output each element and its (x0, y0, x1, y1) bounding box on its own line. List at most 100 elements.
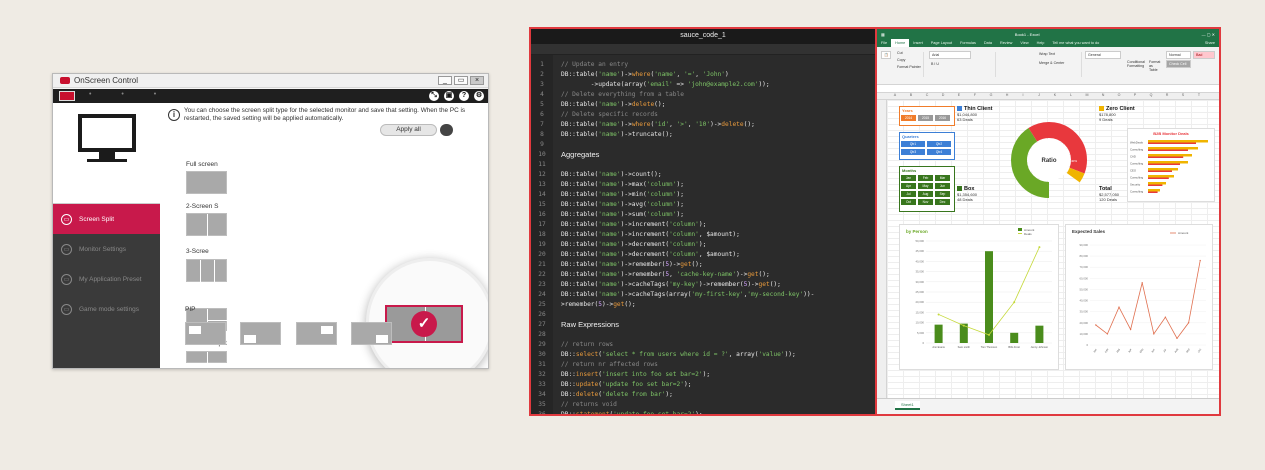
code-line[interactable]: 15 DB::table('name')->avg('column'); (531, 200, 875, 210)
code-line[interactable]: 26 (531, 310, 875, 320)
code-line[interactable]: 16 DB::table('name')->sum('column'); (531, 210, 875, 220)
format-painter-button[interactable]: Format Painter (895, 64, 923, 70)
code-line[interactable]: 31 // return nr affected rows (531, 360, 875, 370)
layout-pip-4[interactable] (351, 322, 392, 345)
font-style-buttons[interactable]: B I U (929, 61, 941, 67)
column-header[interactable]: J (1031, 93, 1047, 99)
slicer-item[interactable]: Qtr2 (927, 141, 951, 147)
slicer-item[interactable]: 2016 (935, 115, 950, 121)
nav-game-mode-settings[interactable]: ▭ Game mode settings (53, 294, 160, 324)
slicer-item[interactable]: Oct (901, 199, 916, 205)
formula-bar[interactable] (877, 85, 1219, 93)
slicer-item[interactable]: Qtr4 (927, 149, 951, 155)
tab-view[interactable]: View (1016, 41, 1032, 45)
code-line[interactable]: 6 // Delete specific records (531, 110, 875, 120)
column-header[interactable]: E (951, 93, 967, 99)
column-header[interactable]: L (1063, 93, 1079, 99)
column-header[interactable]: T (1191, 93, 1207, 99)
style-check-cell[interactable]: Check Cell (1166, 60, 1191, 68)
layout-pip-3[interactable] (296, 322, 337, 345)
slicer-item[interactable]: Apr (901, 183, 916, 189)
code-line[interactable]: 35 // returns void (531, 400, 875, 410)
code-line[interactable]: 20 DB::table('name')->decrement('column',… (531, 250, 875, 260)
tab-home[interactable]: Home (891, 39, 910, 47)
column-header[interactable]: A (887, 93, 903, 99)
slicer-item[interactable]: Jun (935, 183, 950, 189)
style-bad[interactable]: Bad (1193, 51, 1215, 59)
column-header[interactable]: Q (1143, 93, 1159, 99)
close-button[interactable]: × (470, 76, 484, 85)
paste-button[interactable]: 📋 (881, 51, 892, 59)
column-header[interactable]: R (1159, 93, 1175, 99)
code-line[interactable]: 14 DB::table('name')->min('column'); (531, 190, 875, 200)
layout-2-screen[interactable] (186, 213, 227, 237)
slicer-item[interactable]: Dec (935, 199, 950, 205)
nav-monitor-settings[interactable]: ▭ Monitor Settings (53, 234, 160, 264)
apply-monitor-icon[interactable] (440, 124, 453, 136)
code-line[interactable]: 36 DB::statement('update foo set bar=2'); (531, 410, 875, 414)
slicer-item[interactable]: Sep (935, 191, 950, 197)
column-header[interactable]: H (999, 93, 1015, 99)
window-controls[interactable]: — ▢ ✕ (1202, 32, 1215, 37)
code-line[interactable]: 18 DB::table('name')->increment('column',… (531, 230, 875, 240)
code-line[interactable]: 10 Aggregates (531, 150, 875, 160)
code-line[interactable]: 3 ->update(array('email' => 'john@exampl… (531, 80, 875, 90)
settings-gear-icon[interactable]: ⚙ (474, 91, 484, 101)
cut-button[interactable]: Cut (895, 50, 905, 56)
slicer-item[interactable]: Qtr3 (901, 149, 925, 155)
copy-button[interactable]: Copy (895, 57, 907, 63)
code-line[interactable]: 11 (531, 160, 875, 170)
code-line[interactable]: 28 (531, 330, 875, 340)
wrap-text-button[interactable]: Wrap Text (1037, 51, 1057, 57)
code-line[interactable]: 34 DB::delete('delete from bar'); (531, 390, 875, 400)
code-line[interactable]: 29 // return rows (531, 340, 875, 350)
style-normal[interactable]: Normal (1166, 51, 1191, 59)
code-line[interactable]: 1 // Update an entry (531, 60, 875, 70)
display-icon[interactable]: ▣ (444, 91, 454, 101)
worksheet[interactable]: Years 2014 2015 2016 Quarters Qtr1 Qtr2Qtr3… (887, 100, 1219, 398)
minimize-button[interactable]: _ (438, 76, 452, 85)
tab-file[interactable]: File (877, 41, 891, 45)
number-format-select[interactable]: General (1085, 51, 1121, 59)
code-line[interactable]: 12 DB::table('name')->count(); (531, 170, 875, 180)
code-line[interactable]: 25 >remember(5)->get(); (531, 300, 875, 310)
code-line[interactable]: 17 DB::table('name')->increment('column')… (531, 220, 875, 230)
tab-data[interactable]: Data (980, 41, 996, 45)
nav-my-application-preset[interactable]: ▭ My Application Preset (53, 264, 160, 294)
maximize-button[interactable]: ▭ (454, 76, 468, 85)
code-line[interactable]: 22 DB::table('name')->remember(5, 'cache-… (531, 270, 875, 280)
tell-me-search[interactable]: Tell me what you want to do (1048, 41, 1103, 45)
slicer-item[interactable]: Nov (918, 199, 933, 205)
code-line[interactable]: 4 // Delete everything from a table (531, 90, 875, 100)
code-line[interactable]: 19 DB::table('name')->decrement('column')… (531, 240, 875, 250)
column-header[interactable]: D (935, 93, 951, 99)
slicer-item[interactable]: Aug (918, 191, 933, 197)
column-header[interactable]: P (1127, 93, 1143, 99)
slicer-item[interactable]: Mar (935, 175, 950, 181)
layout-full-screen[interactable] (186, 171, 227, 194)
column-header[interactable]: M (1079, 93, 1095, 99)
help-icon[interactable]: ? (459, 91, 469, 101)
tab-page-layout[interactable]: Page Layout (927, 41, 956, 45)
code-line[interactable]: 30 DB::select('select * from users where … (531, 350, 875, 360)
slicer-item[interactable]: Jul (901, 191, 916, 197)
column-header[interactable]: S (1175, 93, 1191, 99)
code-line[interactable]: 7 DB::table('name')->where('id', '>', '10… (531, 120, 875, 130)
merge-center-button[interactable]: Merge & Center (1037, 60, 1066, 66)
layout-3-screen[interactable] (186, 259, 227, 283)
column-header[interactable]: F (967, 93, 983, 99)
slicer-item[interactable]: 2015 (918, 115, 933, 121)
column-header[interactable]: K (1047, 93, 1063, 99)
code-line[interactable]: 5 DB::table('name')->delete(); (531, 100, 875, 110)
code-line[interactable]: 2 DB::table('name')->where('name', '=', '… (531, 70, 875, 80)
slicer-item[interactable]: Jan (901, 175, 916, 181)
slicer-item[interactable]: May (918, 183, 933, 189)
tab-help[interactable]: Help (1033, 41, 1049, 45)
column-header[interactable]: N (1095, 93, 1111, 99)
apply-all-button[interactable]: Apply all (380, 124, 437, 136)
slicer-item[interactable]: Qtr1 (901, 141, 925, 147)
column-header[interactable]: B (903, 93, 919, 99)
code-line[interactable]: 32 DB::insert('insert into foo set bar=2'… (531, 370, 875, 380)
code-line[interactable]: 13 DB::table('name')->max('column'); (531, 180, 875, 190)
share-button[interactable]: Share (1201, 41, 1219, 45)
